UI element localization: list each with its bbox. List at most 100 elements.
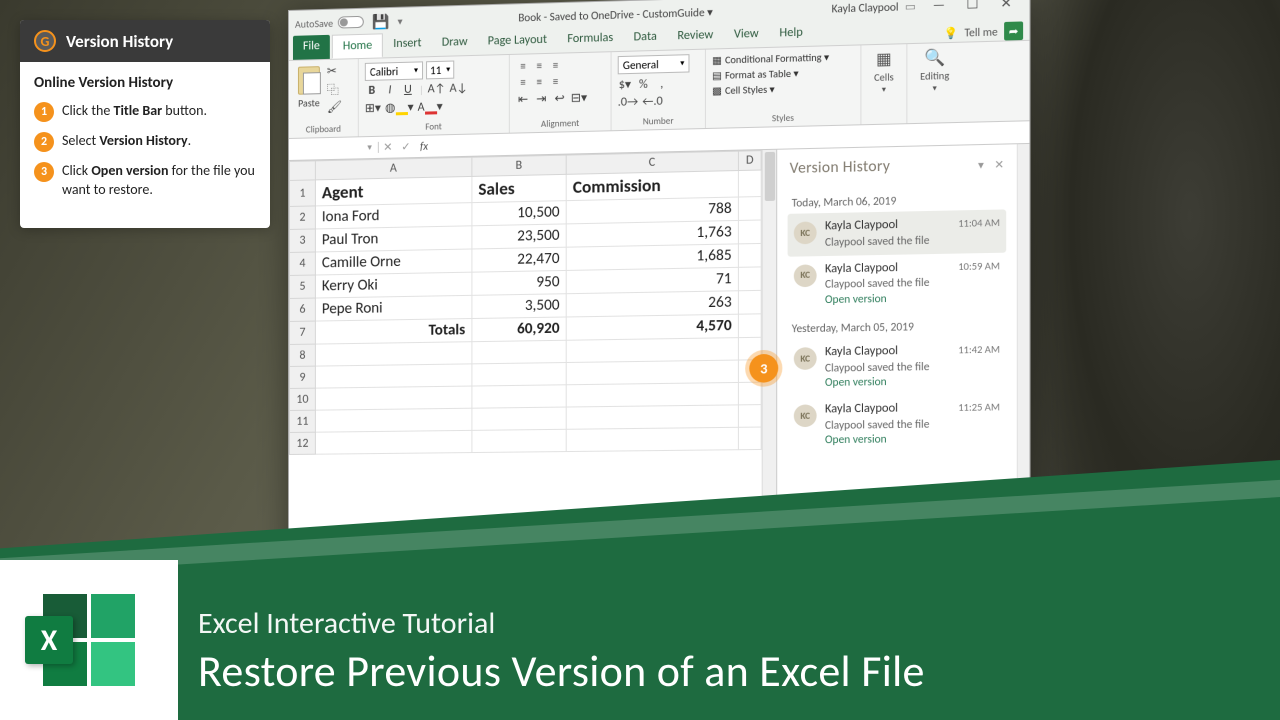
close-button[interactable]: ✕ <box>989 0 1023 12</box>
align-left-icon[interactable]: ≡ <box>516 75 530 90</box>
row-header[interactable]: 2 <box>289 206 315 230</box>
ribbon-tab-review[interactable]: Review <box>667 24 723 50</box>
open-version-link[interactable]: Open version <box>825 431 1000 448</box>
comma-format-icon[interactable]: , <box>655 77 669 92</box>
row-header[interactable]: 4 <box>289 252 315 275</box>
ribbon-tab-page-layout[interactable]: Page Layout <box>478 28 558 54</box>
open-version-link[interactable]: Open version <box>825 373 1000 390</box>
ribbon-group-clipboard: Paste ✂ ⿻ 🖌 Clipboard <box>289 59 359 138</box>
accounting-format-icon[interactable]: $▾ <box>618 77 632 93</box>
ribbon-group-alignment: ≡ ≡ ≡ ≡ ≡ ≡ ⇤ ⇥ ↩ ⊟▾ Alignment <box>510 52 612 132</box>
cell-styles-button[interactable]: ▩Cell Styles ▾ <box>712 81 829 97</box>
paste-icon <box>295 64 323 95</box>
row-header[interactable]: 8 <box>289 344 315 366</box>
row-header[interactable]: 1 <box>289 180 315 207</box>
ribbon-tab-insert[interactable]: Insert <box>383 32 431 57</box>
ribbon-tab-formulas[interactable]: Formulas <box>557 27 623 53</box>
version-item[interactable]: KC Kayla Claypool Claypool saved the fil… <box>788 336 1007 397</box>
decrease-decimal-icon[interactable]: ←.0 <box>642 94 662 109</box>
version-date-heading: Yesterday, March 05, 2019 <box>792 319 1006 336</box>
cancel-formula-icon[interactable]: ✕ <box>379 140 397 153</box>
row-header[interactable]: 7 <box>289 321 315 344</box>
row-header[interactable]: 9 <box>289 366 315 388</box>
editing-icon[interactable]: 🔍 <box>924 47 945 68</box>
ribbon-tab-help[interactable]: Help <box>769 21 813 47</box>
ribbon-tab-draw[interactable]: Draw <box>432 31 478 56</box>
tell-me-icon[interactable]: 💡 <box>944 26 958 40</box>
tutorial-header: G Version History <box>20 20 270 62</box>
autosave-toggle[interactable]: AutoSave <box>295 15 364 30</box>
pane-options-icon[interactable]: ▾ <box>978 158 984 172</box>
toggle-off-icon[interactable] <box>338 16 364 29</box>
format-as-table-button[interactable]: ▤Format as Table ▾ <box>712 66 829 82</box>
account-name[interactable]: Kayla Claypool <box>832 0 899 15</box>
align-bottom-icon[interactable]: ≡ <box>548 58 562 73</box>
row-header[interactable]: 5 <box>289 275 315 298</box>
font-color-icon[interactable]: A▾ <box>418 99 443 115</box>
version-time: 10:59 AM <box>958 259 1000 273</box>
align-center-icon[interactable]: ≡ <box>532 74 546 89</box>
paste-button[interactable]: Paste <box>295 64 323 110</box>
ribbon-display-icon[interactable]: ▭ <box>905 0 916 13</box>
excel-logo-panel: X <box>0 560 178 720</box>
minimize-button[interactable]: — <box>922 0 956 13</box>
cut-icon[interactable]: ✂ <box>327 64 342 79</box>
ribbon-tab-data[interactable]: Data <box>623 25 667 51</box>
version-date-heading: Today, March 06, 2019 <box>792 192 1006 210</box>
ribbon-tab-view[interactable]: View <box>724 22 770 48</box>
bold-button[interactable]: B <box>365 84 379 98</box>
wrap-text-icon[interactable]: ↩ <box>552 91 566 107</box>
copy-icon[interactable]: ⿻ <box>327 81 342 98</box>
font-size-combo[interactable]: 11▾ <box>426 61 454 80</box>
align-middle-icon[interactable]: ≡ <box>532 58 546 73</box>
conditional-formatting-button[interactable]: ▦Conditional Formatting ▾ <box>712 50 829 66</box>
pane-close-icon[interactable]: ✕ <box>994 157 1004 171</box>
customguide-logo-icon: G <box>34 30 56 52</box>
format-painter-icon[interactable]: 🖌 <box>327 100 342 115</box>
row-header[interactable]: 3 <box>289 229 315 253</box>
version-description: Claypool saved the file <box>825 232 1000 250</box>
save-icon[interactable]: 💾 <box>372 13 389 31</box>
name-box[interactable]: ▾ <box>289 142 379 155</box>
align-right-icon[interactable]: ≡ <box>548 74 562 89</box>
number-format-combo[interactable]: General▾ <box>618 54 690 74</box>
formula-input[interactable] <box>433 132 1029 146</box>
share-button[interactable]: ➦ <box>1004 21 1023 40</box>
percent-format-icon[interactable]: % <box>636 77 650 92</box>
ribbon-group-styles: ▦Conditional Formatting ▾ ▤Format as Tab… <box>706 45 861 128</box>
version-item[interactable]: KC Kayla Claypool Claypool saved the fil… <box>788 394 1007 454</box>
decrease-font-icon[interactable]: A↓ <box>450 81 468 96</box>
insert-function-button[interactable]: fx <box>415 140 433 153</box>
increase-indent-icon[interactable]: ⇥ <box>534 91 548 107</box>
ribbon-tab-home[interactable]: Home <box>332 33 383 58</box>
italic-button[interactable]: I <box>383 83 397 97</box>
cells-icon[interactable]: ▦ <box>876 49 892 70</box>
row-header[interactable]: 11 <box>289 410 315 432</box>
scroll-thumb[interactable] <box>765 152 775 201</box>
version-item[interactable]: KC Kayla Claypool Claypool saved the fil… <box>788 253 1007 314</box>
decrease-indent-icon[interactable]: ⇤ <box>516 92 530 108</box>
version-item[interactable]: KC Kayla Claypool Claypool saved the fil… <box>788 209 1007 256</box>
column-header[interactable]: B <box>472 155 566 176</box>
font-name-combo[interactable]: Calibri▾ <box>365 61 423 81</box>
tell-me-label[interactable]: Tell me <box>964 25 997 39</box>
ribbon-tab-file[interactable]: File <box>293 35 330 60</box>
row-header[interactable]: 10 <box>289 388 315 410</box>
maximize-button[interactable]: ☐ <box>956 0 990 13</box>
underline-button[interactable]: U <box>401 83 415 97</box>
column-header[interactable]: D <box>738 151 761 171</box>
enter-formula-icon[interactable]: ✓ <box>397 140 415 153</box>
step-number-icon: 1 <box>34 102 54 122</box>
increase-decimal-icon[interactable]: .0→ <box>618 95 638 110</box>
row-header[interactable]: 6 <box>289 298 315 321</box>
open-version-link[interactable]: Open version <box>825 290 1000 308</box>
ribbon-group-number: General▾ $▾ % , .0→ ←.0 Number <box>612 50 706 131</box>
row-header[interactable]: 12 <box>289 432 315 454</box>
spreadsheet-grid[interactable]: ABCD1 Agent Sales Commission 2 Iona Ford… <box>289 150 762 547</box>
tutorial-step: 1 Click the Title Bar button. <box>34 102 256 122</box>
align-top-icon[interactable]: ≡ <box>516 58 530 73</box>
merge-center-icon[interactable]: ⊟▾ <box>571 90 587 106</box>
increase-font-icon[interactable]: A↑ <box>428 82 446 97</box>
fill-color-icon[interactable]: ◍▾ <box>385 100 414 116</box>
borders-icon[interactable]: ⊞▾ <box>365 101 381 116</box>
